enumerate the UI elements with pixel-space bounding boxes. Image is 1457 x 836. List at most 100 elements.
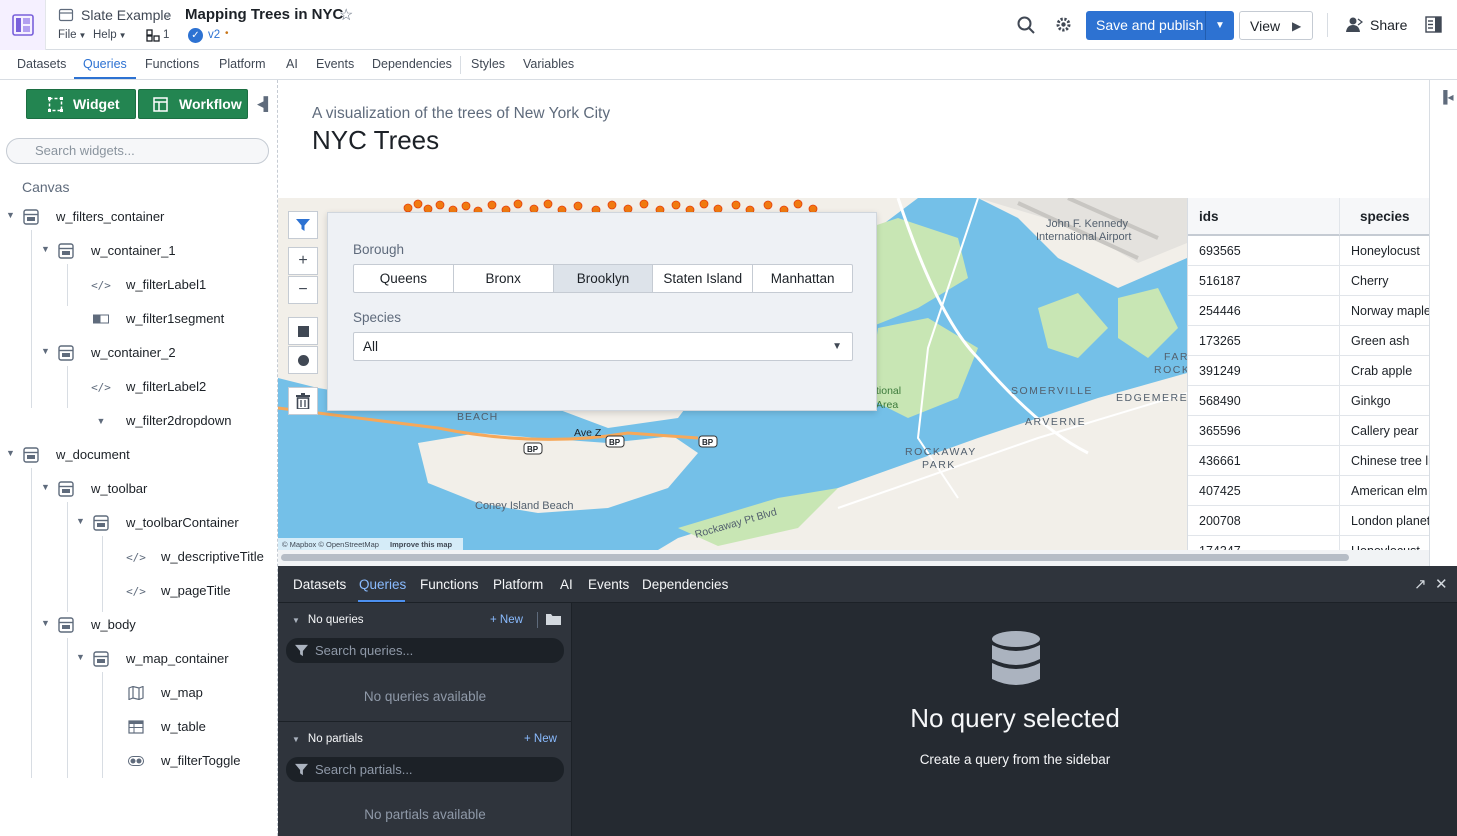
search-queries-input[interactable]: Search queries... (286, 638, 564, 663)
search-partials-input[interactable]: Search partials... (286, 757, 564, 782)
segment-queens[interactable]: Queens (354, 265, 454, 292)
panel-tab-events[interactable]: Events (588, 577, 629, 592)
document-title[interactable]: Mapping Trees in NYC (185, 6, 343, 23)
tree-item-w-toolbar[interactable]: ▼ w_toolbar (0, 472, 270, 506)
improve-map-link[interactable]: Improve this map (390, 540, 453, 549)
queries-section-header[interactable]: ▼ No queries (292, 614, 364, 626)
panel-tab-dependencies[interactable]: Dependencies (642, 577, 728, 592)
table-row[interactable]: 407425 American elm (1188, 476, 1429, 506)
add-workflow-button[interactable]: Workflow (138, 89, 248, 119)
tree-item-w-filter1segment[interactable]: w_filter1segment (0, 302, 270, 336)
segment-manhattan[interactable]: Manhattan (753, 265, 852, 292)
panel-tab-functions[interactable]: Functions (420, 577, 479, 592)
table-row[interactable]: 436661 Chinese tree lil (1188, 446, 1429, 476)
folder-add-icon[interactable] (546, 613, 561, 625)
expand-panel-icon[interactable]: ▐◂ (1439, 90, 1454, 104)
tree-item-w-filtertoggle[interactable]: w_filterToggle (0, 744, 270, 778)
table-row[interactable]: 693565 Honeylocust (1188, 236, 1429, 266)
table-row[interactable]: 568490 Ginkgo (1188, 386, 1429, 416)
tree-item-w-container-1[interactable]: ▼ w_container_1 (0, 234, 270, 268)
tab-datasets[interactable]: Datasets (17, 57, 66, 71)
draw-circle-button[interactable] (288, 346, 318, 374)
table-row[interactable]: 391249 Crab apple (1188, 356, 1429, 386)
file-menu[interactable]: File ▼ (58, 29, 86, 41)
tree-item-w-filterlabel1[interactable]: </> w_filterLabel1 (0, 268, 270, 302)
tab-ai[interactable]: AI (286, 57, 298, 71)
search-icon[interactable] (1017, 16, 1035, 34)
tree-item-w-table[interactable]: w_table (0, 710, 270, 744)
tree-item-w-document[interactable]: ▼ w_document (0, 438, 270, 472)
tab-variables[interactable]: Variables (523, 57, 574, 71)
new-query-button[interactable]: + New (490, 614, 523, 626)
horizontal-scrollbar[interactable] (278, 550, 1429, 566)
segment-staten-island[interactable]: Staten Island (653, 265, 754, 292)
chevron-down-icon[interactable]: ▼ (41, 618, 50, 628)
column-header-species[interactable]: species (1339, 198, 1429, 236)
chevron-down-icon[interactable]: ▼ (41, 244, 50, 254)
table-row[interactable]: 200708 London planet (1188, 506, 1429, 536)
filter-toggle-button[interactable] (288, 211, 318, 239)
tree-item-w-filterlabel2[interactable]: </> w_filterLabel2 (0, 370, 270, 404)
chevron-down-icon[interactable]: ▼ (76, 516, 85, 526)
segment-bronx[interactable]: Bronx (454, 265, 554, 292)
chevron-down-icon[interactable]: ▼ (6, 448, 15, 458)
tab-styles[interactable]: Styles (471, 57, 505, 71)
table-row[interactable]: 174347Honeylocust (1188, 536, 1429, 550)
maximize-icon[interactable]: ↗ (1414, 575, 1427, 593)
panel-right-icon[interactable] (1425, 16, 1442, 33)
collapse-left-icon[interactable]: ◂▌ (257, 96, 273, 112)
draw-rectangle-button[interactable] (288, 317, 318, 345)
app-logo-icon[interactable] (0, 0, 46, 50)
tab-dependencies[interactable]: Dependencies (372, 57, 452, 71)
scrollbar-thumb[interactable] (281, 554, 1349, 561)
breadcrumb[interactable]: Slate Example (81, 7, 171, 23)
column-header-ids[interactable]: ids (1188, 198, 1339, 236)
chevron-down-icon[interactable]: ▼ (41, 482, 50, 492)
partials-section-header[interactable]: ▼ No partials (292, 733, 363, 745)
tab-functions[interactable]: Functions (145, 57, 199, 71)
tree-item-w-map-container[interactable]: ▼ w_map_container (0, 642, 270, 676)
widget-search-input[interactable]: Search widgets... (6, 138, 269, 164)
table-row[interactable]: 516187 Cherry (1188, 266, 1429, 296)
tab-events[interactable]: Events (316, 57, 354, 71)
table-row[interactable]: 173265 Green ash (1188, 326, 1429, 356)
tree-item-w-descriptivetitle[interactable]: </> w_descriptiveTitle (0, 540, 270, 574)
segment-brooklyn[interactable]: Brooklyn (553, 265, 654, 292)
version-label[interactable]: v2 (208, 29, 220, 41)
star-icon[interactable]: ☆ (339, 5, 353, 25)
tab-platform[interactable]: Platform (219, 57, 266, 71)
zoom-in-button[interactable]: + (288, 247, 318, 275)
tree-item-w-container-2[interactable]: ▼ w_container_2 (0, 336, 270, 370)
tree-item-w-map[interactable]: w_map (0, 676, 270, 710)
chevron-down-icon[interactable]: ▼ (76, 652, 85, 662)
zoom-out-button[interactable]: − (288, 276, 318, 304)
caret-down-icon[interactable]: ▼ (1205, 11, 1234, 40)
new-partial-button[interactable]: + New (524, 733, 557, 745)
tree-item-w-pagetitle[interactable]: </> w_pageTitle (0, 574, 270, 608)
close-icon[interactable]: ✕ (1435, 575, 1448, 593)
map-attribution[interactable]: © Mapbox © OpenStreetMap (282, 540, 379, 549)
species-dropdown[interactable]: All ▼ (353, 332, 853, 361)
view-button[interactable]: View ▶ (1239, 11, 1313, 40)
panel-tab-queries[interactable]: Queries (359, 577, 406, 592)
table-row[interactable]: 254446 Norway maple (1188, 296, 1429, 326)
table-row[interactable]: 365596 Callery pear (1188, 416, 1429, 446)
chevron-down-icon[interactable]: ▼ (6, 210, 15, 220)
save-and-publish-button[interactable]: Save and publish ▼ (1086, 11, 1234, 40)
delete-shape-button[interactable] (288, 387, 318, 415)
tree-item-w-body[interactable]: ▼ w_body (0, 608, 270, 642)
panel-tab-platform[interactable]: Platform (493, 577, 543, 592)
chevron-down-icon[interactable]: ▼ (41, 346, 50, 356)
tree-item-w-filters-container[interactable]: ▼ w_filters_container (0, 200, 270, 234)
gear-icon[interactable] (1055, 16, 1072, 33)
tree-item-w-toolbarcontainer[interactable]: ▼ w_toolbarContainer (0, 506, 270, 540)
tab-queries[interactable]: Queries (83, 57, 127, 71)
panel-tab-ai[interactable]: AI (560, 577, 573, 592)
add-widget-button[interactable]: Widget (26, 89, 136, 119)
descriptive-title[interactable]: A visualization of the trees of New York… (312, 105, 610, 123)
page-title[interactable]: NYC Trees (312, 125, 439, 156)
page-count[interactable]: 1 (163, 29, 169, 41)
tree-item-w-filter2dropdown[interactable]: ▼ w_filter2dropdown (0, 404, 270, 438)
panel-tab-datasets[interactable]: Datasets (293, 577, 346, 592)
help-menu[interactable]: Help ▼ (93, 29, 127, 41)
